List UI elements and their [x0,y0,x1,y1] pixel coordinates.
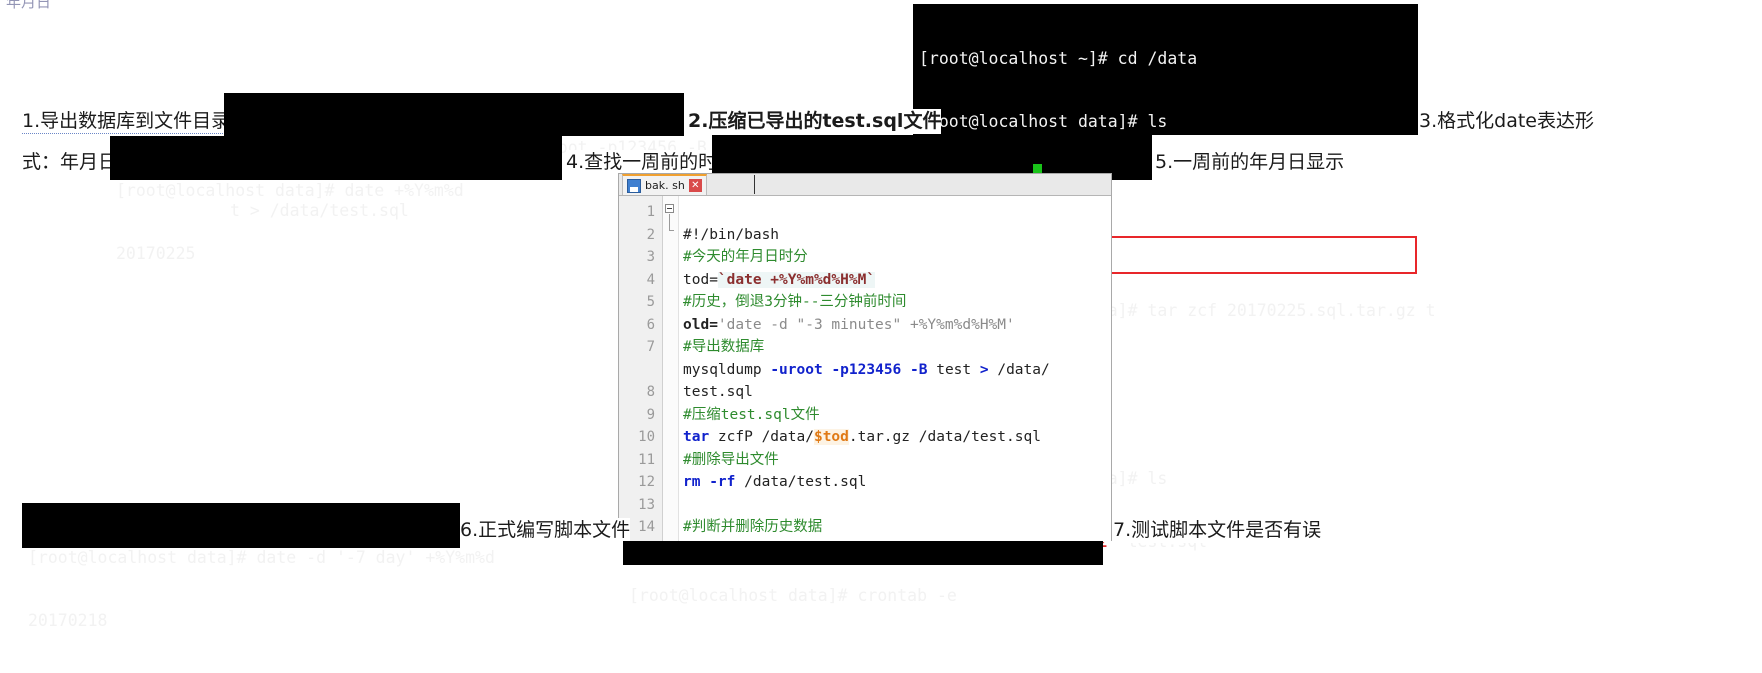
editor-tab-label: bak. sh [645,179,685,192]
line-number: 8 [646,384,655,400]
code-line-2: #今天的年月日时分 [683,249,808,265]
annotation-2-text: 2.压缩已导出的test.sql文件 [688,110,942,132]
annotation-7: 7.测试脚本文件是否有误 [1113,518,1322,543]
date-7day-fmt-line: 20170218 [28,611,108,630]
fold-bracket-foot [669,230,674,231]
code-line-4: #历史，倒退3分钟--三分钟前时间 [683,294,907,310]
date-7day-fmt-line: [root@localhost data]# date -d '-7 day' … [28,548,495,567]
fold-collapse-icon[interactable] [665,204,674,213]
code-line-8: #压缩test.sql文件 [683,406,820,423]
line-number: 9 [646,406,655,423]
tar-term-line: [root@localhost data]# ls [919,112,1168,131]
editor-tab-strip: bak. sh ✕ [619,174,1111,196]
save-icon [627,178,641,193]
annotation-3-text: 3.格式化date表达形 [1419,110,1594,132]
tar-terminal[interactable]: [root@localhost ~]# cd /data [root@local… [913,4,1436,551]
crontab-terminal[interactable]: [root@localhost data]# crontab -e [623,541,1103,605]
line-number: 2 [646,226,655,243]
line-number: 11 [638,451,655,468]
code-line-7: mysqldump -uroot -p123456 -B test > /dat… [683,361,1050,401]
line-number-wrap-blank [619,359,662,382]
date-fmt-line: 20170225 [116,244,196,263]
faint-top-label: 年月日 [6,0,52,11]
annotation-3b-text: 式：年月日 [22,151,118,173]
mysqldump-terminal[interactable]: [root@localhost ~]# mysqldump -uroot -p1… [224,93,747,220]
annotation-5: 5.一周前的年月日显示 [1155,150,1345,175]
tab-strip-caret [754,175,755,194]
crontab-line: [root@localhost data]# crontab -e [629,586,957,605]
annotation-1: 1.导出数据库到文件目录中 [22,109,250,134]
fold-column[interactable] [663,196,679,542]
line-number: 3 [646,249,655,265]
editor-body[interactable]: 1 2 3 4 5 6 7 8 9 10 11 12 13 14 15 16 1… [619,196,1111,542]
code-line-3: tod=`date +%Y%m%d%H%M` [683,271,876,288]
tar-term-line: [root@localhost ~]# cd /data [919,49,1198,68]
line-number: 4 [646,271,655,288]
annotation-2: 2.压缩已导出的test.sql文件 [688,109,942,134]
date-fmt-line: [root@localhost data]# date +%Y%m%d [116,181,464,200]
code-line-5: old='date -d "-3 minutes" +%Y%m%d%H%M' [683,316,1015,333]
date-minus-7day-format-terminal[interactable]: [root@localhost data]# date -d '-7 day' … [22,503,495,630]
annotation-6: 6.正式编写脚本文件 [460,518,631,543]
annotation-1-text: 1.导出数据库到文件目录中 [22,110,250,134]
code-line-13: #判断并删除历史数据 [683,519,823,535]
code-line-1: #!/bin/bash [683,226,780,243]
fold-bracket-line [669,214,670,231]
annotation-3: 3.格式化date表达形 [1419,109,1594,134]
script-editor-window[interactable]: bak. sh ✕ 1 2 3 4 5 6 7 8 9 10 11 12 13 [618,173,1112,542]
code-line-10: #删除导出文件 [683,451,779,468]
code-line-11: rm -rf /data/test.sql [683,474,867,490]
line-number: 5 [646,294,655,310]
annotation-4: 式：年月日4.查找一周前的时间 [566,150,737,175]
line-number: 7 [646,339,655,355]
date-format-terminal[interactable]: [root@localhost data]# date +%Y%m%d 2017… [110,136,562,263]
code-line-6: #导出数据库 [683,339,765,355]
editor-tab-bak-sh[interactable]: bak. sh ✕ [622,174,707,195]
annotation-4-text: 4.查找一周前的时间 [566,151,737,173]
annotation-5-text: 5.一周前的年月日显示 [1155,151,1345,173]
annotation-7-text: 7.测试脚本文件是否有误 [1113,519,1322,541]
close-icon[interactable]: ✕ [688,179,702,192]
line-number: 12 [638,474,655,490]
screenshot-root: 年月日 [root@localhost ~]# cd /data [root@l… [0,0,1762,631]
code-area[interactable]: #!/bin/bash #今天的年月日时分 tod=`date +%Y%m%d%… [679,196,1111,542]
line-number: 10 [638,429,655,445]
annotation-6-text: 6.正式编写脚本文件 [460,519,631,541]
code-line-9: tar zcfP /data/$tod.tar.gz /data/test.sq… [683,429,1041,445]
line-number: 6 [646,316,655,333]
line-number: 13 [638,496,655,513]
line-number: 1 [646,204,655,220]
line-number-gutter: 1 2 3 4 5 6 7 8 9 10 11 12 13 14 15 16 1… [619,196,663,542]
annotation-3b: 式：年月日 [22,150,118,175]
